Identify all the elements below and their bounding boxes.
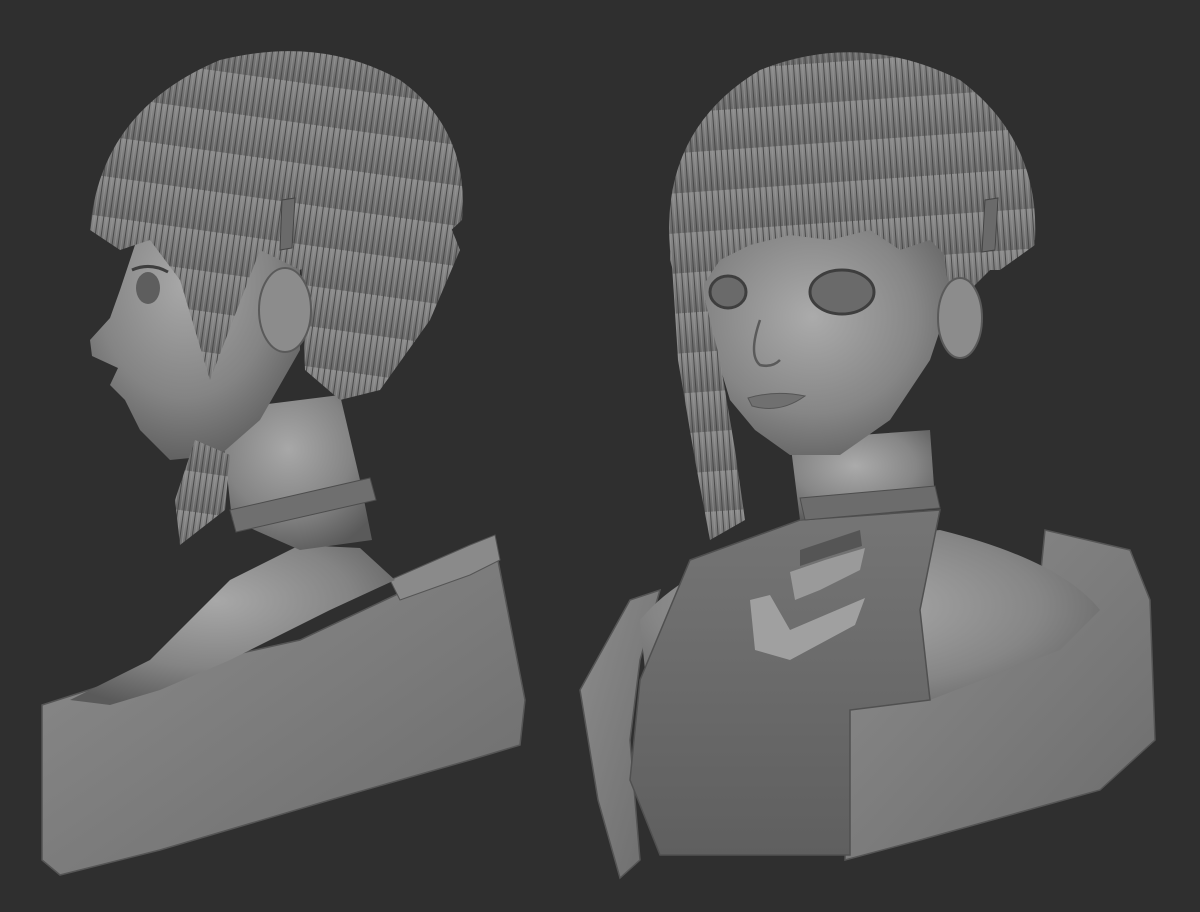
three-quarter-bust [579,52,1156,880]
tq-eye-left [708,274,748,310]
side-ear [258,267,312,353]
side-view-bust [41,51,526,876]
tq-hairclip [981,197,999,253]
side-eye [136,272,160,304]
render-canvas [0,0,1200,912]
tq-face [700,225,950,455]
sculpt-render [41,51,1156,880]
side-hairclip [279,197,296,251]
tq-eye-right [808,268,876,316]
tq-ear [937,277,983,359]
